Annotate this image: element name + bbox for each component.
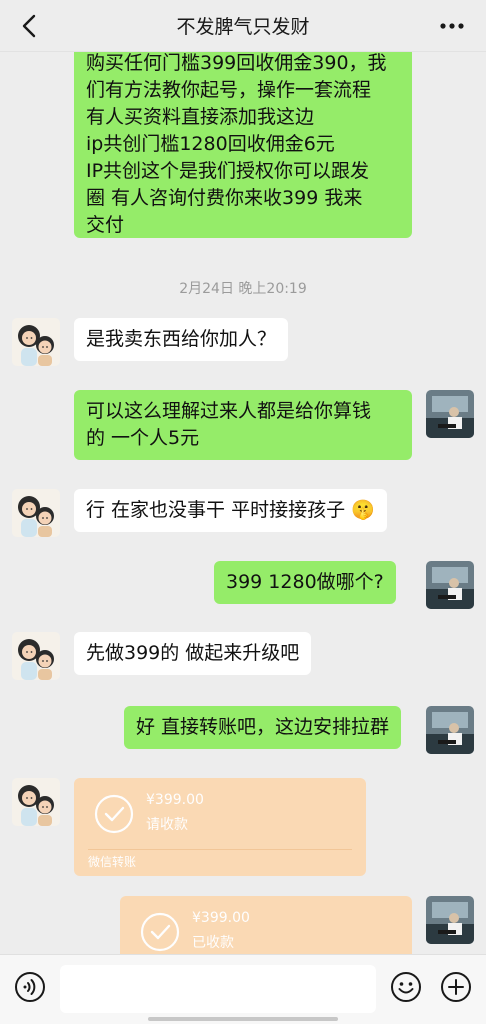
message-text: 好 直接转账吧，这边安排拉群 — [136, 716, 390, 738]
cartoon-couple-avatar-icon — [12, 489, 60, 537]
cartoon-couple-avatar-icon — [12, 318, 60, 366]
transfer-footer: 微信转账 — [88, 855, 137, 869]
message-text: 行 在家也没事干 平时接接孩子 — [86, 499, 346, 521]
top-bar: 不发脾气只发财 — [0, 0, 486, 52]
avatar-contact[interactable] — [12, 318, 60, 366]
transfer-amount: ¥399.00 — [146, 792, 204, 808]
check-circle-icon — [94, 794, 134, 834]
transfer-status: 请收款 — [146, 817, 188, 833]
user-photo-avatar-icon — [426, 896, 474, 944]
avatar-contact[interactable] — [12, 632, 60, 680]
message-text: 先做399的 做起来升级吧 — [86, 642, 300, 664]
avatar-contact[interactable] — [12, 489, 60, 537]
message-line: 的 一个人5元 — [86, 427, 200, 449]
cartoon-couple-avatar-icon — [12, 778, 60, 826]
message-bubble-sent[interactable]: 可以这么理解过来人都是给你算钱 的 一个人5元 — [74, 390, 412, 460]
message-bubble-sent[interactable]: 399 1280做哪个? — [214, 561, 396, 604]
message-text: 是我卖东西给你加人？ — [86, 328, 277, 350]
transfer-status: 已收款 — [192, 935, 234, 951]
chat-area[interactable]: 购买任何门槛399回收佣金390，我 们有方法教你起号，操作一套流程 有人买资料… — [0, 52, 486, 954]
input-bar — [0, 954, 486, 1024]
plus-icon[interactable] — [440, 971, 472, 1003]
transfer-amount: ¥399.00 — [192, 910, 250, 926]
transfer-divider — [88, 849, 352, 850]
message-line: ip共创门槛1280回收佣金6元 — [86, 133, 335, 155]
user-photo-avatar-icon — [426, 390, 474, 438]
message-bubble-received[interactable]: 行 在家也没事干 平时接接孩子 🤫 — [74, 489, 387, 532]
message-bubble-received[interactable]: 是我卖东西给你加人？ — [74, 318, 289, 361]
chat-title: 不发脾气只发财 — [176, 16, 310, 38]
voice-icon[interactable] — [14, 971, 46, 1003]
message-line: 圈 有人咨询付费你来收399 我来 — [86, 187, 363, 209]
message-timestamp: 2月24日 晚上20:19 — [179, 281, 307, 297]
avatar-self[interactable] — [426, 390, 474, 438]
message-line: 们有方法教你起号，操作一套流程 — [86, 79, 372, 101]
user-photo-avatar-icon — [426, 706, 474, 754]
avatar-self[interactable] — [426, 896, 474, 944]
cartoon-couple-avatar-icon — [12, 632, 60, 680]
user-photo-avatar-icon — [426, 561, 474, 609]
message-line: 可以这么理解过来人都是给你算钱 — [86, 400, 372, 422]
check-circle-icon — [140, 912, 180, 952]
home-indicator — [148, 1017, 338, 1021]
message-line: IP共创这个是我们授权你可以跟发 — [86, 160, 370, 182]
message-bubble-received[interactable]: 先做399的 做起来升级吧 — [74, 632, 312, 675]
emoji-icon[interactable] — [390, 971, 422, 1003]
message-input[interactable] — [60, 965, 376, 1013]
message-line: 有人买资料直接添加我这边 — [86, 106, 315, 128]
message-bubble-sent[interactable]: 购买任何门槛399回收佣金390，我 们有方法教你起号，操作一套流程 有人买资料… — [74, 52, 412, 238]
message-bubble-sent[interactable]: 好 直接转账吧，这边安排拉群 — [124, 706, 402, 749]
more-dots-icon[interactable] — [438, 14, 466, 38]
message-line: 购买任何门槛399回收佣金390，我 — [86, 52, 387, 74]
shush-emoji-icon: 🤫 — [351, 499, 375, 521]
message-line: 交付 — [86, 214, 125, 236]
message-text: 399 1280做哪个? — [226, 571, 384, 593]
wechat-transfer-card[interactable]: ¥399.00 请收款 微信转账 — [74, 778, 366, 876]
avatar-self[interactable] — [426, 561, 474, 609]
avatar-contact[interactable] — [12, 778, 60, 826]
wechat-transfer-card[interactable]: ¥399.00 已收款 — [120, 896, 412, 954]
avatar-self[interactable] — [426, 706, 474, 754]
